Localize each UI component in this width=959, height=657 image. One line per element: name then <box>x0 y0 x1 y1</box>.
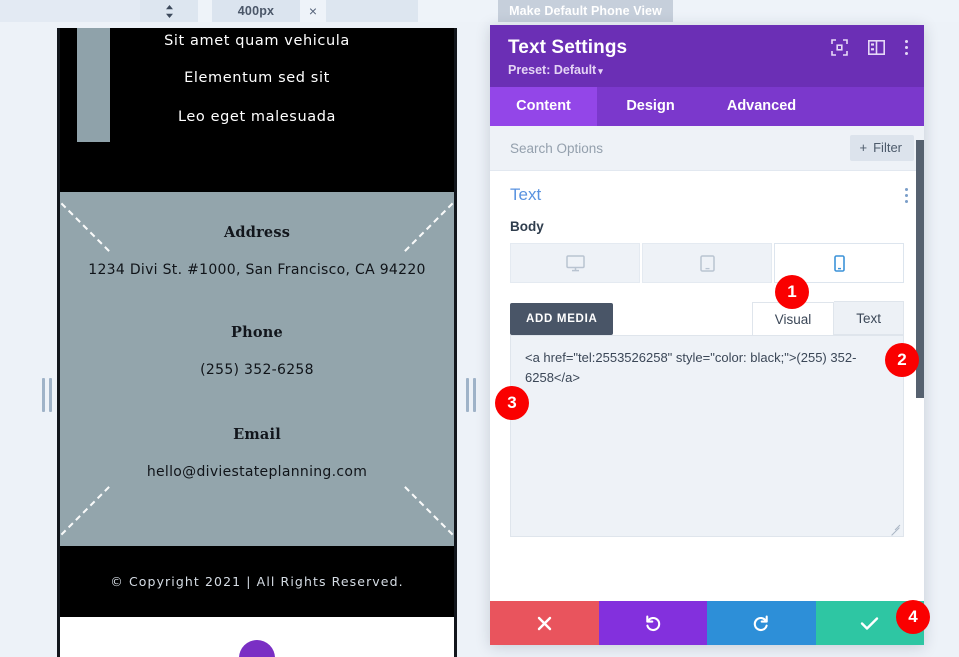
toolbar-left-spacer <box>0 0 140 22</box>
checkmark-icon <box>861 616 879 630</box>
stepper-arrows-icon <box>165 4 173 18</box>
preview-canvas: Sit amet quam vehicula Elementum sed sit… <box>0 22 480 657</box>
more-options-icon[interactable] <box>905 40 908 55</box>
address-value: 1234 Divi St. #1000, San Francisco, CA 9… <box>88 262 426 278</box>
phone-heading: Phone <box>231 324 283 341</box>
phone-icon <box>833 254 845 272</box>
panel-footer-actions <box>490 601 924 645</box>
email-heading: Email <box>233 426 281 443</box>
device-toggle-desktop[interactable] <box>510 243 640 283</box>
toolbar-gap-2 <box>418 0 498 22</box>
undo-button[interactable] <box>598 601 707 645</box>
secondary-size-input[interactable] <box>326 0 418 22</box>
hero-line-1: Sit amet quam vehicula <box>164 33 350 49</box>
search-input[interactable]: Search Options <box>510 141 603 156</box>
text-group-header: Text <box>490 171 924 205</box>
annotation-badge-3: 3 <box>495 386 529 420</box>
phone-frame-left-edge <box>57 28 60 657</box>
device-toggle-group <box>510 243 904 283</box>
focus-target-icon[interactable] <box>831 39 848 56</box>
below-footer-area <box>57 617 457 657</box>
preset-label: Preset: Default <box>508 63 597 77</box>
device-toggle-tablet[interactable] <box>642 243 772 283</box>
annotation-badge-4: 4 <box>896 600 930 634</box>
desktop-icon <box>565 254 585 271</box>
contact-section: Address 1234 Divi St. #1000, San Francis… <box>57 192 457 546</box>
textarea-resize-grip[interactable] <box>889 522 901 534</box>
annotation-badge-1: 1 <box>775 275 809 309</box>
annotation-badge-2: 2 <box>885 343 919 377</box>
phone-frame-right-edge <box>454 28 457 657</box>
phone-value[interactable]: (255) 352-6258 <box>57 362 457 378</box>
address-heading: Address <box>223 224 291 241</box>
editor-toolbar-row: ADD MEDIA Visual Text <box>510 301 904 335</box>
tab-content[interactable]: Content <box>490 87 597 126</box>
text-settings-panel: Text Settings Preset: Default ▾ Content … <box>490 25 924 645</box>
section-corner-dash-top-right <box>404 192 457 252</box>
toolbar-right-spacer <box>673 0 959 22</box>
tab-advanced[interactable]: Advanced <box>704 87 819 126</box>
add-section-button[interactable] <box>239 640 275 657</box>
filter-button[interactable]: + Filter <box>849 135 914 161</box>
layout-panel-icon[interactable] <box>868 40 885 55</box>
filter-label: Filter <box>873 140 902 155</box>
body-field-label: Body <box>510 219 544 234</box>
cancel-button[interactable] <box>490 601 599 645</box>
email-value: hello@diviestateplanning.com <box>146 464 368 480</box>
phone-preview-frame: Sit amet quam vehicula Elementum sed sit… <box>57 28 457 657</box>
toolbar-gap-1 <box>198 0 212 22</box>
tablet-icon <box>699 254 715 272</box>
section-corner-dash-top-left <box>57 192 110 252</box>
redo-button[interactable] <box>707 601 816 645</box>
chevron-down-icon: ▾ <box>598 66 603 76</box>
panel-body: Text Body ADD MEDIA Visual Text <a href=… <box>490 171 924 601</box>
editor-mode-tabs: Visual Text <box>751 301 904 335</box>
preset-selector[interactable]: Preset: Default ▾ <box>508 63 906 77</box>
clear-size-button[interactable]: × <box>300 0 326 22</box>
undo-icon <box>646 615 660 632</box>
close-icon <box>537 616 551 630</box>
hero-line-3: Leo eget malesuada <box>177 109 337 125</box>
plus-icon: + <box>859 140 868 155</box>
panel-header-icons <box>831 39 908 56</box>
redo-icon <box>754 615 768 632</box>
tab-design[interactable]: Design <box>597 87 704 126</box>
viewport-width-input[interactable]: 400px <box>212 0 300 22</box>
copyright-text: © Copyright 2021 | All Rights Reserved. <box>110 574 404 589</box>
canvas-resize-handle-left[interactable] <box>40 377 54 413</box>
tab-text-editor[interactable]: Text <box>834 301 904 335</box>
section-corner-dash-bottom-right <box>404 486 457 546</box>
hero-line-2: Elementum sed sit <box>184 70 330 86</box>
search-options-row: Search Options + Filter <box>490 126 924 171</box>
make-default-phone-view-button[interactable]: Make Default Phone View <box>498 0 673 22</box>
top-toolbar: 400px × Make Default Phone View <box>0 0 959 22</box>
group-options-icon[interactable] <box>905 187 908 203</box>
footer-section: © Copyright 2021 | All Rights Reserved. <box>57 546 457 617</box>
canvas-resize-handle-right[interactable] <box>464 377 478 413</box>
section-corner-dash-bottom-left <box>57 486 110 546</box>
code-textarea[interactable]: <a href="tel:2553526258" style="color: b… <box>510 335 904 537</box>
panel-tabs: Content Design Advanced <box>490 87 924 126</box>
size-stepper[interactable] <box>140 0 198 22</box>
hero-section: Sit amet quam vehicula Elementum sed sit… <box>57 28 457 192</box>
group-title: Text <box>510 185 542 204</box>
add-media-button[interactable]: ADD MEDIA <box>510 303 614 335</box>
panel-header: Text Settings Preset: Default ▾ <box>490 25 924 87</box>
